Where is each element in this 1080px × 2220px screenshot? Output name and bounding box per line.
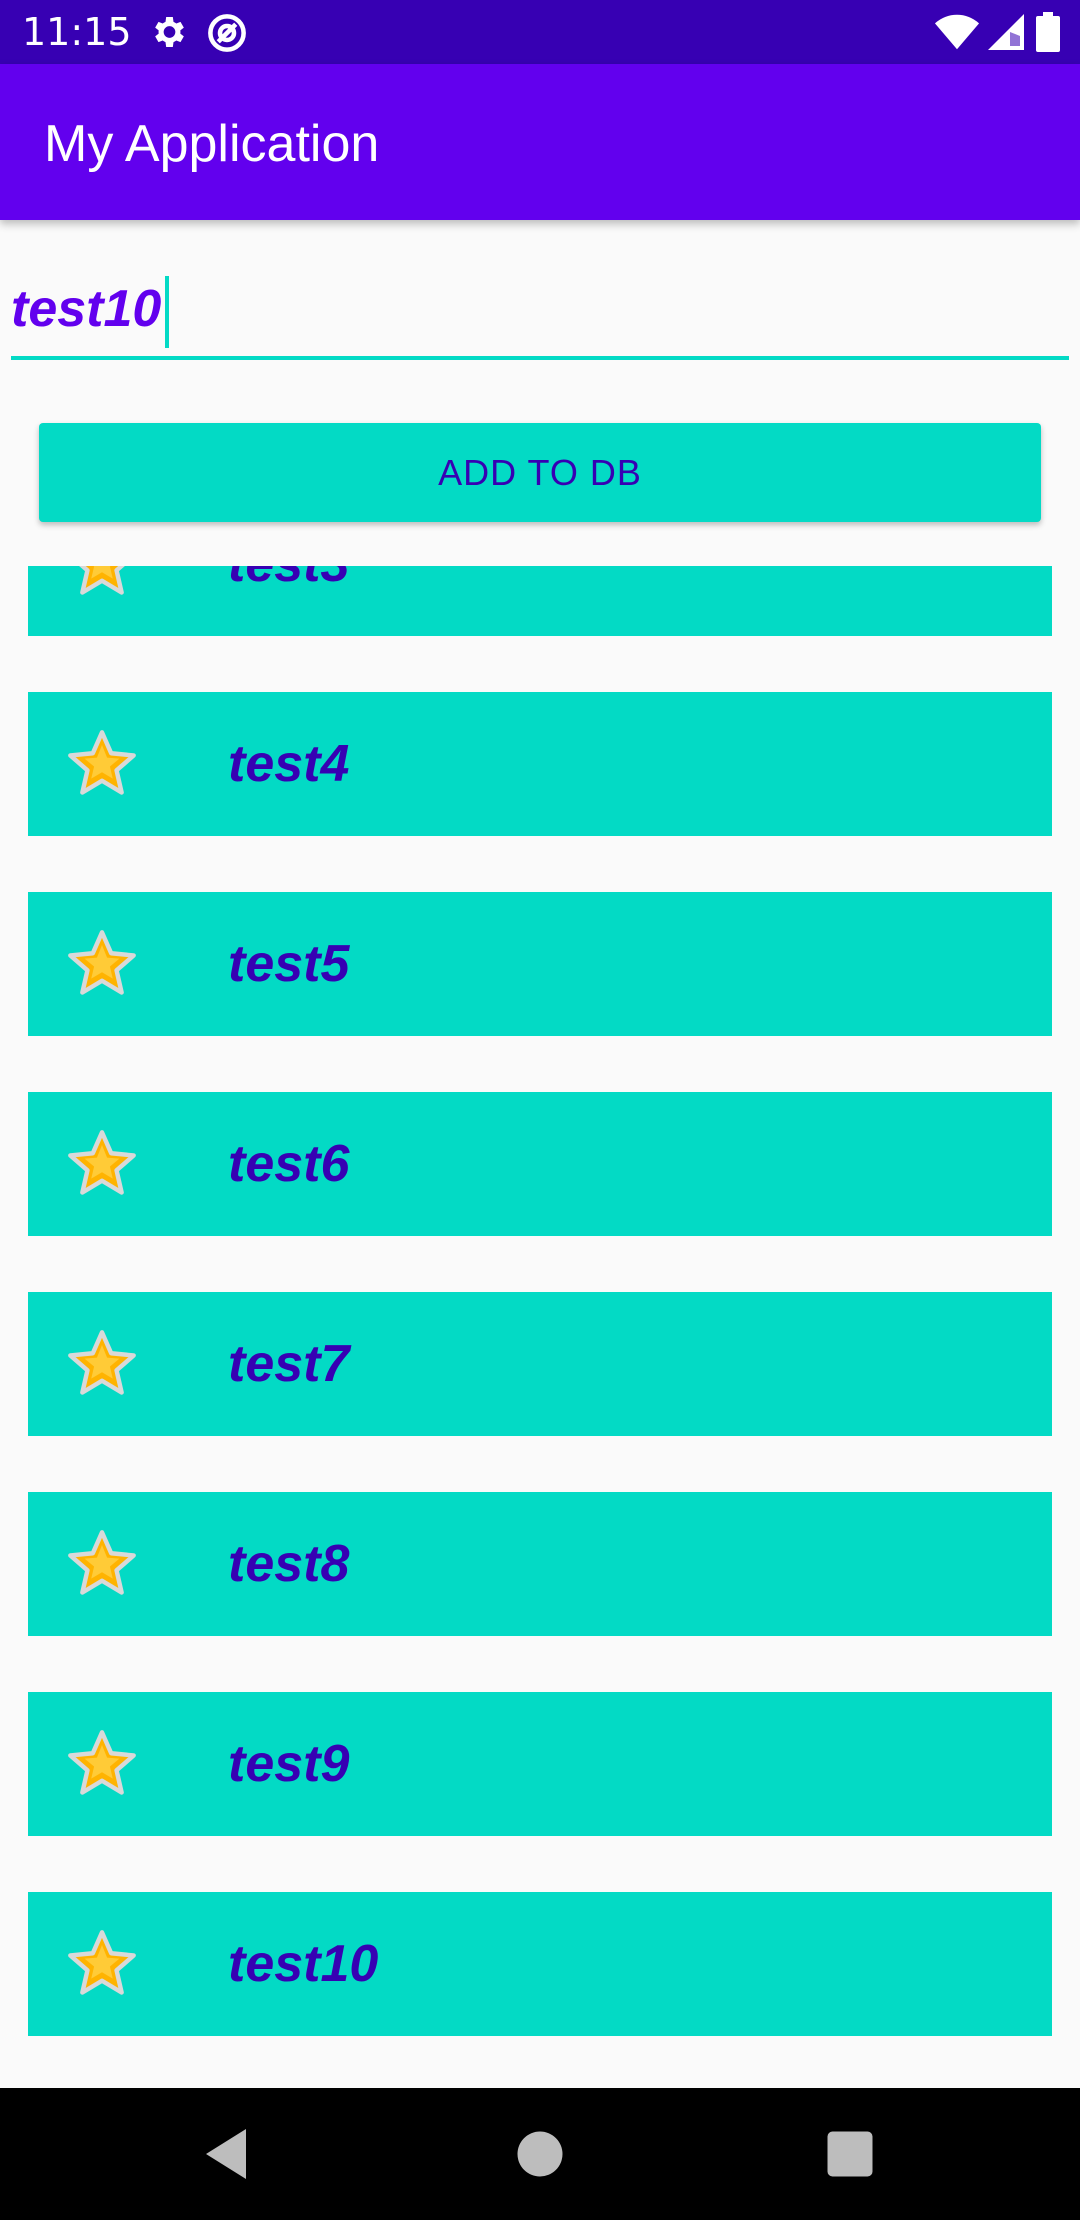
list-item[interactable]: test3 (28, 566, 1052, 636)
item-label: test9 (228, 1735, 350, 1793)
star-icon (68, 1730, 136, 1795)
item-label: test3 (228, 566, 349, 594)
item-label: test6 (228, 1135, 350, 1193)
star-icon (68, 1530, 136, 1595)
settings-icon (155, 17, 184, 47)
battery-icon (1036, 12, 1060, 52)
text-cursor (165, 276, 169, 348)
add-to-db-button[interactable]: ADD TO DB (39, 423, 1041, 522)
star-icon (68, 1130, 136, 1195)
app-bar: My Application (0, 64, 1080, 220)
list-item[interactable]: test9 (28, 1692, 1052, 1836)
star-icon (68, 1330, 136, 1395)
list-item[interactable]: test4 (28, 692, 1052, 836)
list-item[interactable]: test7 (28, 1292, 1052, 1436)
status-time: 11:15 (22, 10, 132, 54)
item-label: test7 (228, 1335, 350, 1393)
list-item[interactable]: test5 (28, 892, 1052, 1036)
text-input[interactable] (11, 262, 1069, 360)
list-item[interactable]: test8 (28, 1492, 1052, 1636)
recents-icon[interactable] (820, 2124, 880, 2184)
star-icon (68, 1930, 136, 1995)
star-icon (79, 566, 125, 595)
signal-icon (988, 14, 1024, 50)
item-label: test10 (228, 1935, 379, 1993)
star-icon (68, 930, 136, 995)
at-sign-icon (208, 14, 246, 52)
list-item[interactable]: test6 (28, 1092, 1052, 1236)
navigation-bar (0, 2088, 1080, 2220)
item-list[interactable]: test3 test4 test5 test6 (0, 566, 1080, 2088)
item-label: test8 (228, 1535, 350, 1593)
item-label: test4 (228, 735, 350, 793)
status-bar: 11:15 (0, 0, 1080, 64)
app-title: My Application (44, 115, 380, 173)
item-label: test5 (228, 935, 350, 993)
text-input-container (11, 262, 1069, 360)
back-icon[interactable] (196, 2124, 256, 2184)
list-item[interactable]: test10 (28, 1892, 1052, 2036)
star-icon (68, 730, 136, 795)
home-icon[interactable] (510, 2124, 570, 2184)
wifi-icon (934, 14, 980, 50)
